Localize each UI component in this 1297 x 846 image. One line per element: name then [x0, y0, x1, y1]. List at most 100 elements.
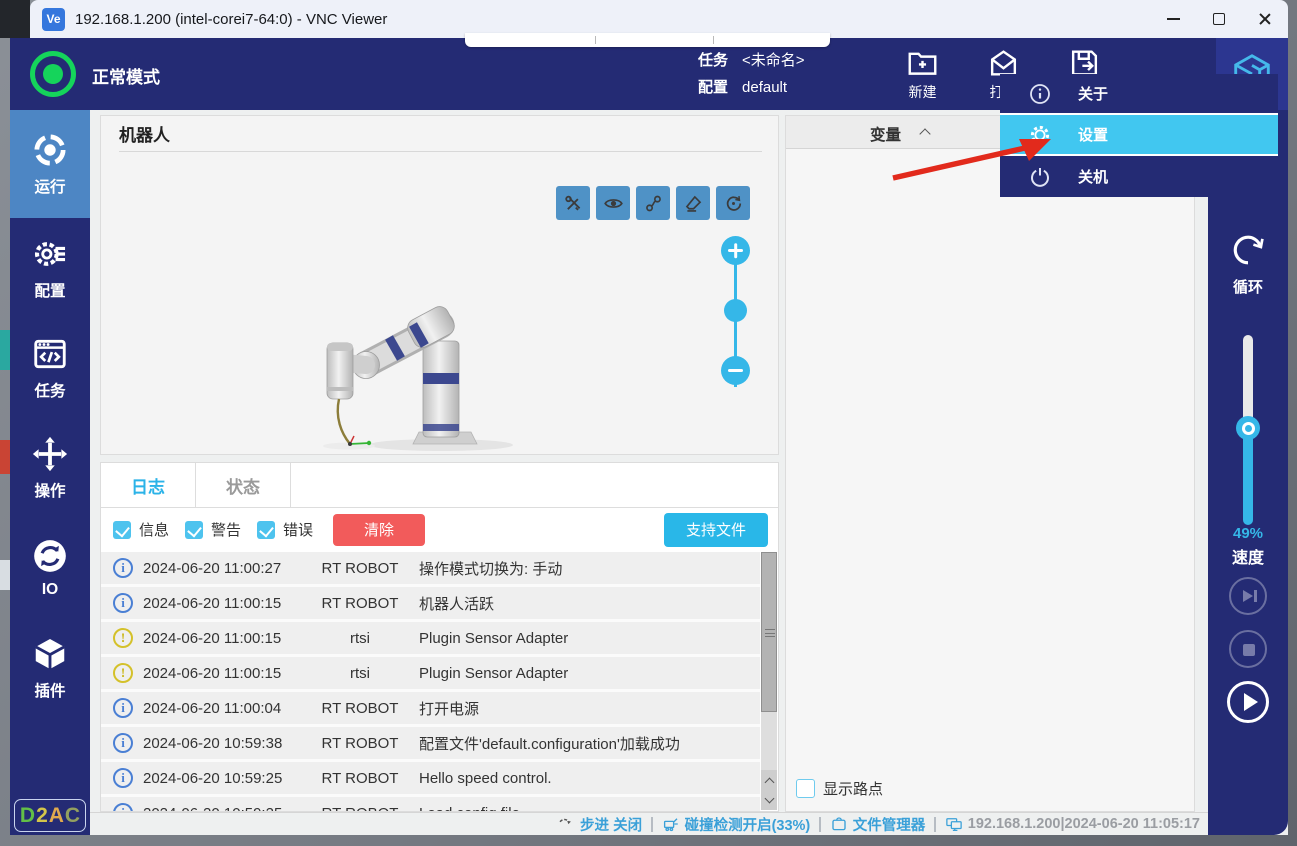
eye-icon — [603, 193, 624, 214]
filter-error-label: 错误 — [283, 519, 313, 540]
info-icon: i — [113, 768, 133, 788]
left-sidebar: 运行 配置 任务 操作 — [10, 110, 90, 835]
loop-icon — [1230, 232, 1266, 268]
show-waypoints-checkbox[interactable] — [796, 779, 815, 798]
collision-icon — [662, 815, 680, 833]
log-row[interactable]: i2024-06-20 11:00:04RT ROBOT打开电源 — [101, 692, 760, 727]
sidebar-item-run[interactable]: 运行 — [10, 110, 90, 218]
log-row[interactable]: !2024-06-20 11:00:15rtsiPlugin Sensor Ad… — [101, 657, 760, 692]
warning-icon: ! — [113, 628, 133, 648]
slider-handle[interactable] — [1236, 416, 1260, 440]
variables-panel: 变量 显示路点 — [785, 115, 1195, 812]
log-row[interactable]: i2024-06-20 11:00:15RT ROBOT机器人活跃 — [101, 587, 760, 622]
info-icon: i — [113, 593, 133, 613]
scroll-down-button[interactable] — [761, 790, 777, 810]
new-folder-icon — [904, 46, 941, 80]
window-title: 192.168.1.200 (intel-corei7-64:0) - VNC … — [75, 11, 387, 28]
io-sync-icon — [31, 537, 69, 575]
sidebar-item-io[interactable]: IO — [10, 518, 90, 618]
tool-reset-view-button[interactable] — [716, 186, 750, 220]
play-button[interactable] — [1227, 681, 1269, 723]
mode-status-icon[interactable] — [30, 51, 76, 97]
plugin-cube-icon — [31, 635, 69, 673]
maximize-button[interactable] — [1196, 0, 1242, 38]
speed-label: 速度 — [1208, 544, 1288, 568]
loop-mode-button[interactable]: 循环 — [1208, 232, 1288, 297]
step-arrow-icon — [557, 815, 575, 833]
badge-letter: A — [49, 804, 64, 828]
d2ac-badge[interactable]: D2AC — [14, 799, 86, 832]
sidebar-item-jog[interactable]: 操作 — [10, 418, 90, 518]
log-row[interactable]: i2024-06-20 11:00:27RT ROBOT操作模式切换为: 手动 — [101, 552, 760, 587]
speed-value: 49% — [1208, 525, 1288, 542]
scroll-up-button[interactable] — [761, 770, 777, 790]
new-task-button[interactable]: 新建 — [882, 38, 963, 110]
file-manager-button[interactable]: 文件管理器 — [830, 814, 926, 835]
log-row[interactable]: !2024-06-20 11:00:15rtsiPlugin Sensor Ad… — [101, 622, 760, 657]
divider — [934, 817, 936, 832]
filter-info-checkbox[interactable] — [113, 521, 131, 539]
sidebar-item-label: 配置 — [34, 279, 65, 301]
sidebar-item-label: IO — [42, 581, 58, 599]
tool-settings-button[interactable] — [556, 186, 590, 220]
log-row[interactable]: i2024-06-20 10:59:25RT ROBOTHello speed … — [101, 762, 760, 797]
tool-visibility-button[interactable] — [596, 186, 630, 220]
filter-warning-label: 警告 — [211, 519, 241, 540]
scrollbar-thumb[interactable] — [761, 552, 777, 712]
step-next-button[interactable] — [1229, 577, 1267, 615]
log-row[interactable]: i2024-06-20 10:59:25RT ROBOTLoad config … — [101, 797, 760, 811]
scrollbar-grip-icon — [765, 629, 775, 637]
config-label: 配置 — [698, 79, 728, 96]
sidebar-item-task[interactable]: 任务 — [10, 318, 90, 418]
vnc-toolbar-handle[interactable] — [465, 33, 830, 47]
sidebar-item-label: 插件 — [34, 679, 65, 701]
tab-log[interactable]: 日志 — [101, 463, 196, 507]
show-waypoints-label: 显示路点 — [823, 778, 883, 799]
step-mode-status[interactable]: 步进 关闭 — [557, 814, 642, 835]
maximize-icon — [1213, 13, 1225, 25]
badge-letter: D — [20, 804, 35, 828]
zoom-out-button[interactable] — [721, 356, 750, 385]
support-files-button[interactable]: 支持文件 — [664, 513, 768, 547]
zoom-slider-handle[interactable] — [724, 299, 747, 322]
sidebar-item-label: 操作 — [34, 479, 65, 501]
desktop-icon-fragment — [0, 560, 10, 590]
divider — [651, 817, 653, 832]
sidebar-item-config[interactable]: 配置 — [10, 218, 90, 318]
zoom-in-button[interactable] — [721, 236, 750, 265]
task-value: <未命名> — [742, 52, 805, 69]
mode-label: 正常模式 — [92, 63, 160, 88]
badge-letter: 2 — [36, 804, 48, 828]
annotation-arrow-to-settings — [885, 130, 1060, 185]
right-sidebar: 循环 49% 速度 — [1208, 110, 1288, 835]
log-list[interactable]: i2024-06-20 11:00:27RT ROBOT操作模式切换为: 手动 … — [101, 552, 760, 811]
log-row[interactable]: i2024-06-20 10:59:38RT ROBOT配置文件'default… — [101, 727, 760, 762]
stop-button[interactable] — [1229, 630, 1267, 668]
robot-3d-panel: 机器人 — [100, 115, 779, 455]
collision-detection-status[interactable]: 碰撞检测开启(33%) — [662, 814, 811, 835]
log-panel: 日志 状态 信息 警告 错误 清除 支持文件 i2024-06-20 11:00… — [100, 462, 779, 812]
menu-item-about[interactable]: 关于 — [1000, 74, 1278, 115]
tab-status[interactable]: 状态 — [196, 463, 291, 507]
info-icon: i — [113, 558, 133, 578]
tool-erase-button[interactable] — [676, 186, 710, 220]
desktop-icon-fragment — [0, 440, 10, 474]
sidebar-item-plugin[interactable]: 插件 — [10, 618, 90, 718]
robot-arm-3d-view[interactable] — [311, 301, 521, 453]
desktop-background — [0, 0, 30, 38]
filter-warning-checkbox[interactable] — [185, 521, 203, 539]
speed-slider[interactable] — [1243, 335, 1253, 525]
log-scrollbar[interactable] — [761, 552, 777, 810]
close-button[interactable] — [1242, 0, 1288, 38]
eraser-icon — [683, 193, 704, 214]
monitor-icon — [945, 815, 963, 833]
minimize-icon — [1167, 18, 1180, 20]
clear-log-button[interactable]: 清除 — [333, 514, 425, 546]
minimize-button[interactable] — [1150, 0, 1196, 38]
filter-error-checkbox[interactable] — [257, 521, 275, 539]
slider-track-lower — [1243, 425, 1253, 525]
file-manager-icon — [830, 815, 848, 833]
config-gear-icon — [31, 235, 69, 273]
tool-trajectory-button[interactable] — [636, 186, 670, 220]
robot-panel-title: 机器人 — [119, 122, 762, 152]
